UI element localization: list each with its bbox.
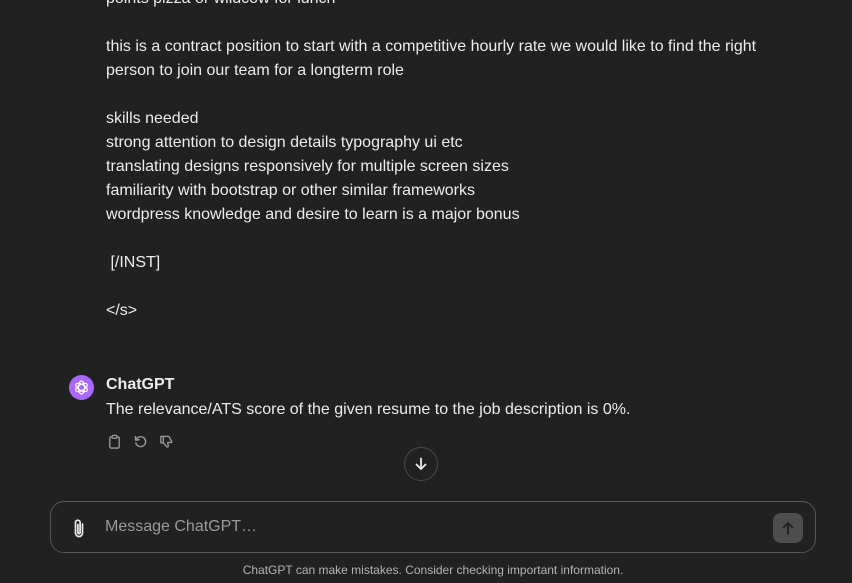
disclaimer-text: ChatGPT can make mistakes. Consider chec…	[242, 563, 624, 577]
thumbs-down-icon	[159, 435, 172, 448]
chatgpt-avatar	[69, 375, 94, 400]
attach-button[interactable]	[69, 517, 89, 539]
message-line: [/INST]	[106, 254, 161, 271]
arrow-down-icon	[415, 457, 427, 470]
scroll-to-bottom-button[interactable]	[404, 447, 438, 481]
message-line: translating designs responsively for mul…	[106, 158, 509, 175]
message-line: this is a contract position to start wit…	[106, 38, 757, 55]
message-composer	[50, 501, 816, 553]
message-line: strong attention to design details typog…	[106, 134, 463, 151]
message-line: </s>	[106, 302, 138, 319]
message-actions	[106, 433, 174, 449]
paperclip-icon	[74, 518, 84, 537]
assistant-reply-text: The relevance/ATS score of the given res…	[106, 401, 631, 418]
regenerate-icon	[134, 435, 146, 447]
message-line: wordpress knowledge and desire to learn …	[106, 206, 520, 223]
message-line	[106, 275, 786, 299]
message-line	[106, 227, 786, 251]
message-line: familiarity with bootstrap or other simi…	[106, 182, 475, 199]
message-line	[106, 11, 786, 35]
copy-button[interactable]	[106, 433, 122, 449]
message-line: points pizza or wildcow for lunch	[106, 0, 786, 11]
user-message: points pizza or wildcow for lunch this i…	[106, 0, 786, 323]
message-line: person to join our team for a longterm r…	[106, 62, 404, 79]
openai-logo-icon	[75, 380, 88, 395]
send-button[interactable]	[773, 513, 803, 543]
message-line: skills needed	[106, 110, 199, 127]
arrow-up-icon	[782, 522, 794, 535]
thumbs-down-button[interactable]	[158, 433, 174, 449]
copy-icon	[108, 434, 120, 449]
message-line	[106, 83, 786, 107]
regenerate-button[interactable]	[132, 433, 148, 449]
author-name: ChatGPT	[106, 376, 175, 393]
chat-page: points pizza or wildcow for lunch this i…	[0, 0, 852, 583]
message-input[interactable]	[105, 514, 755, 540]
